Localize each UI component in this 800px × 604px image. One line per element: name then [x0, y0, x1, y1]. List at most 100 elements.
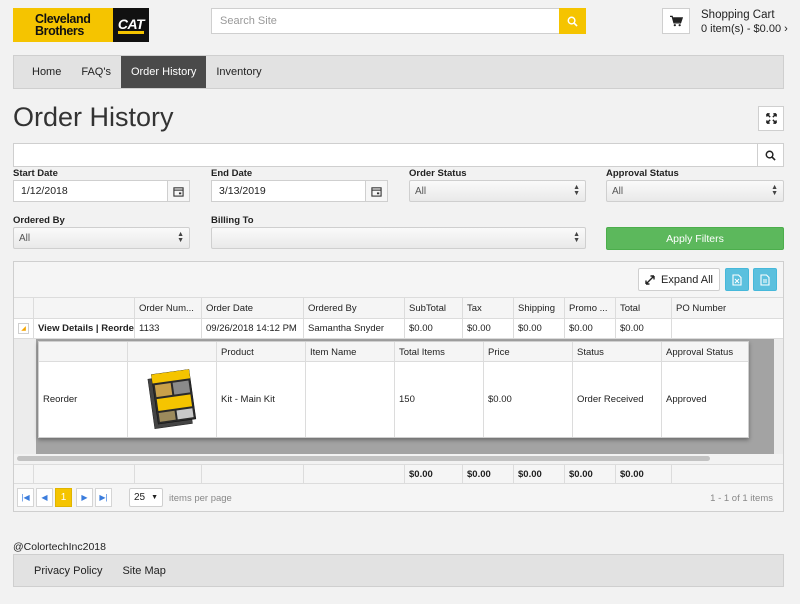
- col-ordered-by[interactable]: Ordered By: [304, 298, 405, 319]
- export-excel-button[interactable]: [725, 268, 749, 291]
- scrollbar-thumb[interactable]: [17, 456, 710, 461]
- col-promo[interactable]: Promo ...: [565, 298, 616, 319]
- end-date-field[interactable]: 3/13/2019: [211, 180, 388, 202]
- detail-col-action: [39, 342, 128, 362]
- horizontal-scrollbar[interactable]: [14, 454, 783, 464]
- select-arrows-icon: ▲ ▼: [771, 184, 778, 197]
- detail-col-status[interactable]: Status: [573, 342, 662, 362]
- detail-col-price[interactable]: Price: [484, 342, 573, 362]
- next-page-button[interactable]: ▶: [76, 488, 93, 507]
- fullscreen-button[interactable]: [758, 106, 784, 131]
- start-date-value: 1/12/2018: [21, 185, 68, 197]
- next-page-icon: ▶: [81, 493, 88, 502]
- start-date-field[interactable]: 1/12/2018: [13, 180, 190, 202]
- total-cell: $0.00: [616, 319, 672, 338]
- chevron-down-icon: ▼: [151, 494, 158, 501]
- page-size-value: 25: [134, 492, 146, 503]
- search-icon: [765, 150, 776, 161]
- order-detail-table: Product Item Name Total Items Price Stat…: [38, 341, 749, 438]
- promo-total: $0.00: [565, 465, 616, 483]
- grid-pager: |◀ ◀ 1 ▶ ▶| 25 ▼ items per page 1 - 1 of…: [14, 484, 783, 511]
- detail-reorder-link[interactable]: Reorder: [39, 362, 128, 437]
- detail-col-approval-status[interactable]: Approval Status: [662, 342, 748, 362]
- nav-order-history[interactable]: Order History: [120, 56, 207, 88]
- col-tax[interactable]: Tax: [463, 298, 514, 319]
- grid-toolbar: Expand All: [14, 262, 783, 298]
- billing-to-select[interactable]: ▲ ▼: [211, 227, 586, 249]
- search-button[interactable]: [559, 8, 586, 34]
- pdf-file-icon: [760, 273, 770, 286]
- billing-to-label: Billing To: [211, 215, 254, 226]
- expand-all-button[interactable]: Expand All: [638, 268, 720, 291]
- first-page-button[interactable]: |◀: [17, 488, 34, 507]
- col-order-date[interactable]: Order Date: [202, 298, 304, 319]
- copyright: @ColortechInc2018: [13, 541, 106, 553]
- grid-search: [13, 143, 784, 167]
- col-order-number[interactable]: Order Num...: [135, 298, 202, 319]
- prev-page-button[interactable]: ◀: [36, 488, 53, 507]
- order-status-select[interactable]: All ▲ ▼: [409, 180, 586, 202]
- page-number-button[interactable]: 1: [55, 488, 72, 507]
- detail-col-total-items[interactable]: Total Items: [395, 342, 484, 362]
- kit-brochure-image: [147, 368, 197, 429]
- pager-info: 1 - 1 of 1 items: [710, 493, 773, 504]
- ordered-by-label: Ordered By: [13, 215, 65, 226]
- po-number-cell: [672, 319, 783, 338]
- grid-header: Order Num... Order Date Ordered By SubTo…: [14, 298, 783, 319]
- col-actions: [34, 298, 135, 319]
- detail-header: Product Item Name Total Items Price Stat…: [39, 342, 748, 362]
- start-date-picker[interactable]: [167, 181, 189, 201]
- export-pdf-button[interactable]: [753, 268, 777, 291]
- table-row: ◢ View Details | Reorder 1133 09/26/2018…: [14, 319, 783, 339]
- cat-logo: CAT: [117, 15, 145, 34]
- tax-total: $0.00: [463, 465, 514, 483]
- tax-cell: $0.00: [463, 319, 514, 338]
- search-input[interactable]: [211, 8, 559, 34]
- nav-inventory[interactable]: Inventory: [206, 56, 271, 88]
- search-icon: [567, 16, 578, 27]
- prev-page-icon: ◀: [41, 493, 48, 502]
- approval-status-select[interactable]: All ▲ ▼: [606, 180, 784, 202]
- detail-col-item-name[interactable]: Item Name: [306, 342, 395, 362]
- detail-item-name-cell: [306, 362, 395, 437]
- calendar-icon: [371, 186, 382, 197]
- detail-approval-status-cell: Approved: [666, 394, 707, 405]
- cleveland-brothers-logo[interactable]: Cleveland Brothers CAT: [13, 8, 149, 42]
- detail-status-cell: Order Received: [573, 362, 662, 437]
- end-date-picker[interactable]: [365, 181, 387, 201]
- grid-search-input[interactable]: [13, 143, 757, 167]
- row-expand-toggle[interactable]: ◢: [14, 319, 34, 338]
- col-total[interactable]: Total: [616, 298, 672, 319]
- page-size-select[interactable]: 25 ▼: [129, 488, 163, 507]
- shipping-cell: $0.00: [514, 319, 565, 338]
- nav-faqs[interactable]: FAQ's: [71, 56, 121, 88]
- apply-filters-button[interactable]: Apply Filters: [606, 227, 784, 250]
- col-subtotal[interactable]: SubTotal: [405, 298, 463, 319]
- end-date-label: End Date: [211, 168, 253, 179]
- approval-status-label: Approval Status: [606, 168, 679, 179]
- col-po-number[interactable]: PO Number: [672, 298, 783, 319]
- collapse-toggle-icon: ◢: [18, 323, 29, 334]
- select-arrows-icon: ▲ ▼: [573, 184, 580, 197]
- cart-icon: [669, 15, 683, 27]
- col-expand: [14, 298, 34, 319]
- expand-arrows-icon: [645, 274, 655, 285]
- view-details-reorder-link[interactable]: View Details | Reorder: [34, 319, 135, 338]
- page-title: Order History: [13, 102, 174, 132]
- grand-total: $0.00: [616, 465, 672, 483]
- ordered-by-select[interactable]: All ▲ ▼: [13, 227, 190, 249]
- col-shipping[interactable]: Shipping: [514, 298, 565, 319]
- site-map-link[interactable]: Site Map: [122, 565, 165, 577]
- privacy-policy-link[interactable]: Privacy Policy: [34, 565, 102, 577]
- cart-button[interactable]: [662, 8, 690, 34]
- last-page-button[interactable]: ▶|: [95, 488, 112, 507]
- cart-summary[interactable]: 0 item(s) - $0.00 ›: [701, 23, 788, 35]
- nav-home[interactable]: Home: [22, 56, 71, 88]
- detail-col-product[interactable]: Product: [217, 342, 306, 362]
- grid-totals-row: $0.00 $0.00 $0.00 $0.00 $0.00: [14, 464, 783, 484]
- logo-line-2: Brothers: [35, 24, 84, 38]
- subtotal-total: $0.00: [405, 465, 463, 483]
- excel-file-icon: [732, 273, 742, 286]
- grid-search-button[interactable]: [757, 143, 784, 167]
- shopping-cart[interactable]: Shopping Cart 0 item(s) - $0.00 ›: [701, 9, 788, 35]
